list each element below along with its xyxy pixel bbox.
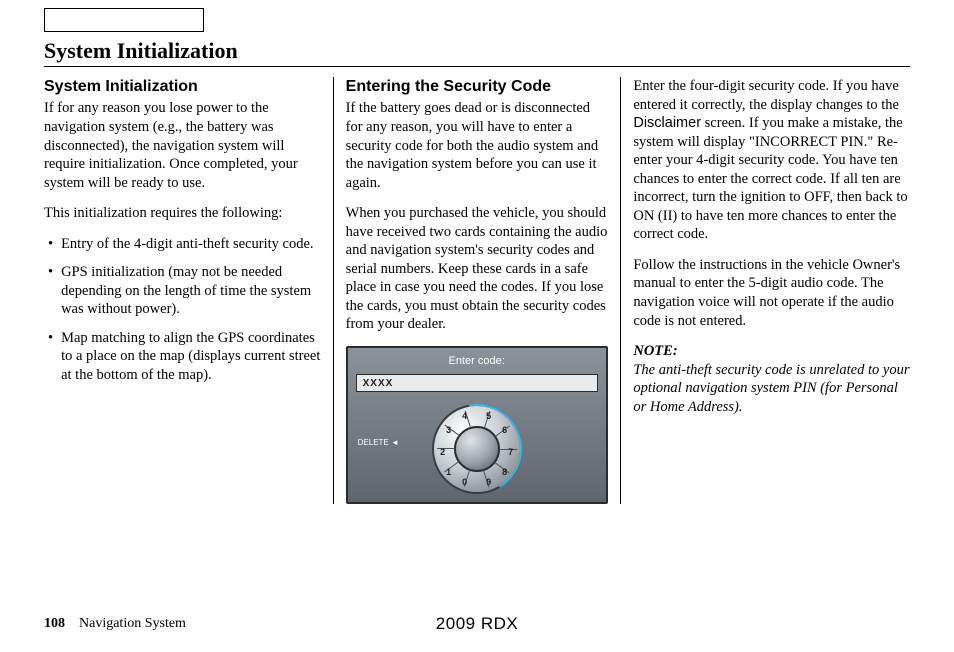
footer-left: 108 Navigation System [44,616,186,631]
bullet-text: Map matching to align the GPS coordinate… [61,329,321,385]
column-1: System Initialization If for any reason … [44,77,333,504]
disclaimer-term: Disclaimer [633,115,701,131]
column-3: Enter the four-digit security code. If y… [621,77,910,504]
text-span: Enter the four-digit security code. If y… [633,78,899,113]
dial-digit: 6 [502,425,507,437]
delete-button-label: DELETE ◄ [358,438,399,448]
col2-para-2: When you purchased the vehicle, you shou… [346,204,609,334]
col3-para-1: Enter the four-digit security code. If y… [633,77,910,244]
dial-digit: 3 [446,425,451,437]
dial-digit: 0 [462,477,467,489]
dial-digit: 2 [440,447,445,459]
col2-heading: Entering the Security Code [346,77,609,97]
list-item: Map matching to align the GPS coordinate… [44,329,321,385]
bullet-text: Entry of the 4-digit anti-theft security… [61,235,313,254]
dial-digit: 8 [502,467,507,479]
col2-para-1: If the battery goes dead or is disconnec… [346,99,609,192]
text-span: screen. If you make a mistake, the syste… [633,115,907,242]
col1-heading: System Initialization [44,77,321,97]
dial-digit: 7 [508,447,513,459]
list-item: Entry of the 4-digit anti-theft security… [44,235,321,254]
page-title: System Initialization [44,38,910,67]
footer-section-label: Navigation System [79,616,186,631]
page-footer: 108 Navigation System 2009 RDX [44,616,910,632]
main-content-box [44,8,204,32]
content-columns: System Initialization If for any reason … [44,77,910,504]
column-2: Entering the Security Code If the batter… [333,77,622,504]
col3-para-2: Follow the instructions in the vehicle O… [633,256,910,330]
page-number: 108 [44,616,65,631]
dial-knob [454,426,500,472]
dial-digit: 5 [486,411,491,423]
col1-para-1: If for any reason you lose power to the … [44,99,321,192]
col1-para-2: This initialization requires the followi… [44,204,321,223]
col1-bullet-list: Entry of the 4-digit anti-theft security… [44,235,321,385]
screen-title: Enter code: [348,348,606,368]
note-text: The anti-theft security code is unrelate… [633,362,909,415]
note-label: NOTE: [633,343,677,359]
dial-digit: 4 [462,411,467,423]
dial-digit: 1 [446,467,451,479]
list-item: GPS initialization (may not be needed de… [44,263,321,319]
dial-digit: 9 [486,477,491,489]
code-input-field: XXXX [356,374,598,392]
footer-model-year: 2009 RDX [436,614,518,634]
col3-note: NOTE: The anti-theft security code is un… [633,342,910,416]
number-dial: 4 5 6 7 8 9 0 1 2 3 [432,404,522,494]
security-code-screen: Enter code: XXXX DELETE ◄ [346,346,608,504]
bullet-text: GPS initialization (may not be needed de… [61,263,321,319]
